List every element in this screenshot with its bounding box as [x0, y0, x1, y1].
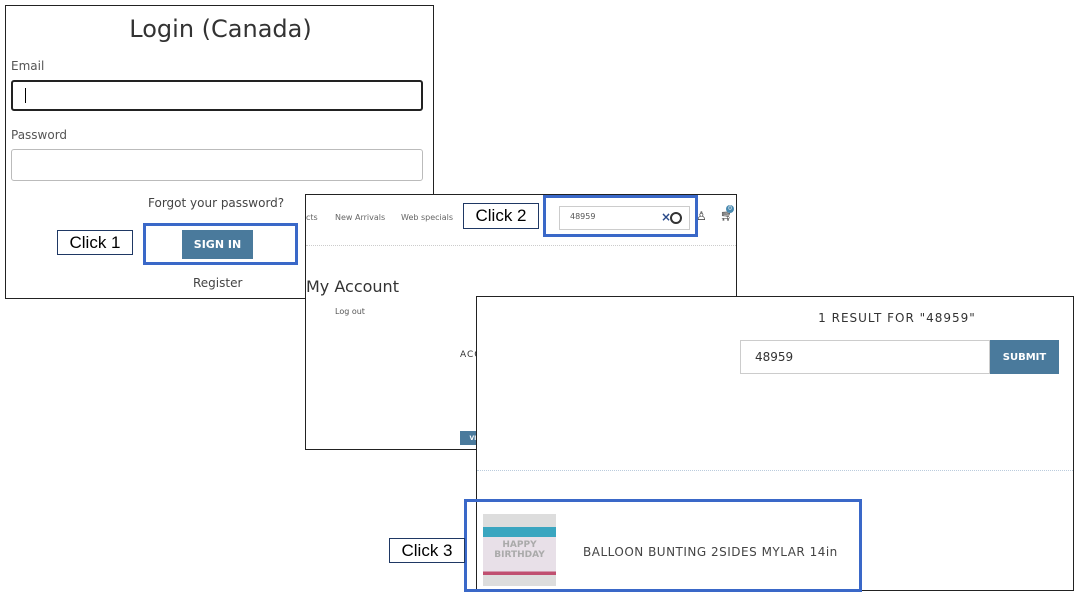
click2-highlight	[543, 195, 698, 237]
nav-item-web-specials[interactable]: Web specials	[401, 213, 453, 222]
forgot-password-link[interactable]: Forgot your password?	[148, 196, 284, 210]
results-search-input[interactable]: 48959	[740, 340, 990, 374]
click1-highlight	[143, 223, 298, 265]
password-field[interactable]	[11, 149, 423, 181]
account-title: My Account	[306, 277, 399, 296]
click2-callout: Click 2	[463, 203, 539, 229]
click3-highlight	[464, 499, 862, 592]
header-divider	[306, 245, 736, 246]
click1-callout: Click 1	[57, 230, 133, 255]
cart-count: 0	[726, 205, 734, 213]
submit-button[interactable]: SUBMIT	[990, 340, 1059, 374]
password-label: Password	[11, 128, 68, 142]
register-link[interactable]: Register	[193, 276, 242, 290]
results-search-value: 48959	[755, 350, 794, 364]
email-field[interactable]	[11, 80, 423, 111]
results-title: 1 RESULT FOR "48959"	[818, 311, 976, 325]
email-label: Email	[11, 59, 45, 73]
logout-link[interactable]: Log out	[335, 307, 365, 316]
click3-callout: Click 3	[389, 538, 465, 563]
nav-item-new-arrivals[interactable]: New Arrivals	[335, 213, 385, 222]
nav-item-products[interactable]: cts	[306, 213, 318, 222]
page-title: Login (Canada)	[129, 15, 312, 43]
results-divider	[477, 470, 1073, 471]
cart-icon[interactable]: 🛒︎ 0	[720, 205, 734, 222]
